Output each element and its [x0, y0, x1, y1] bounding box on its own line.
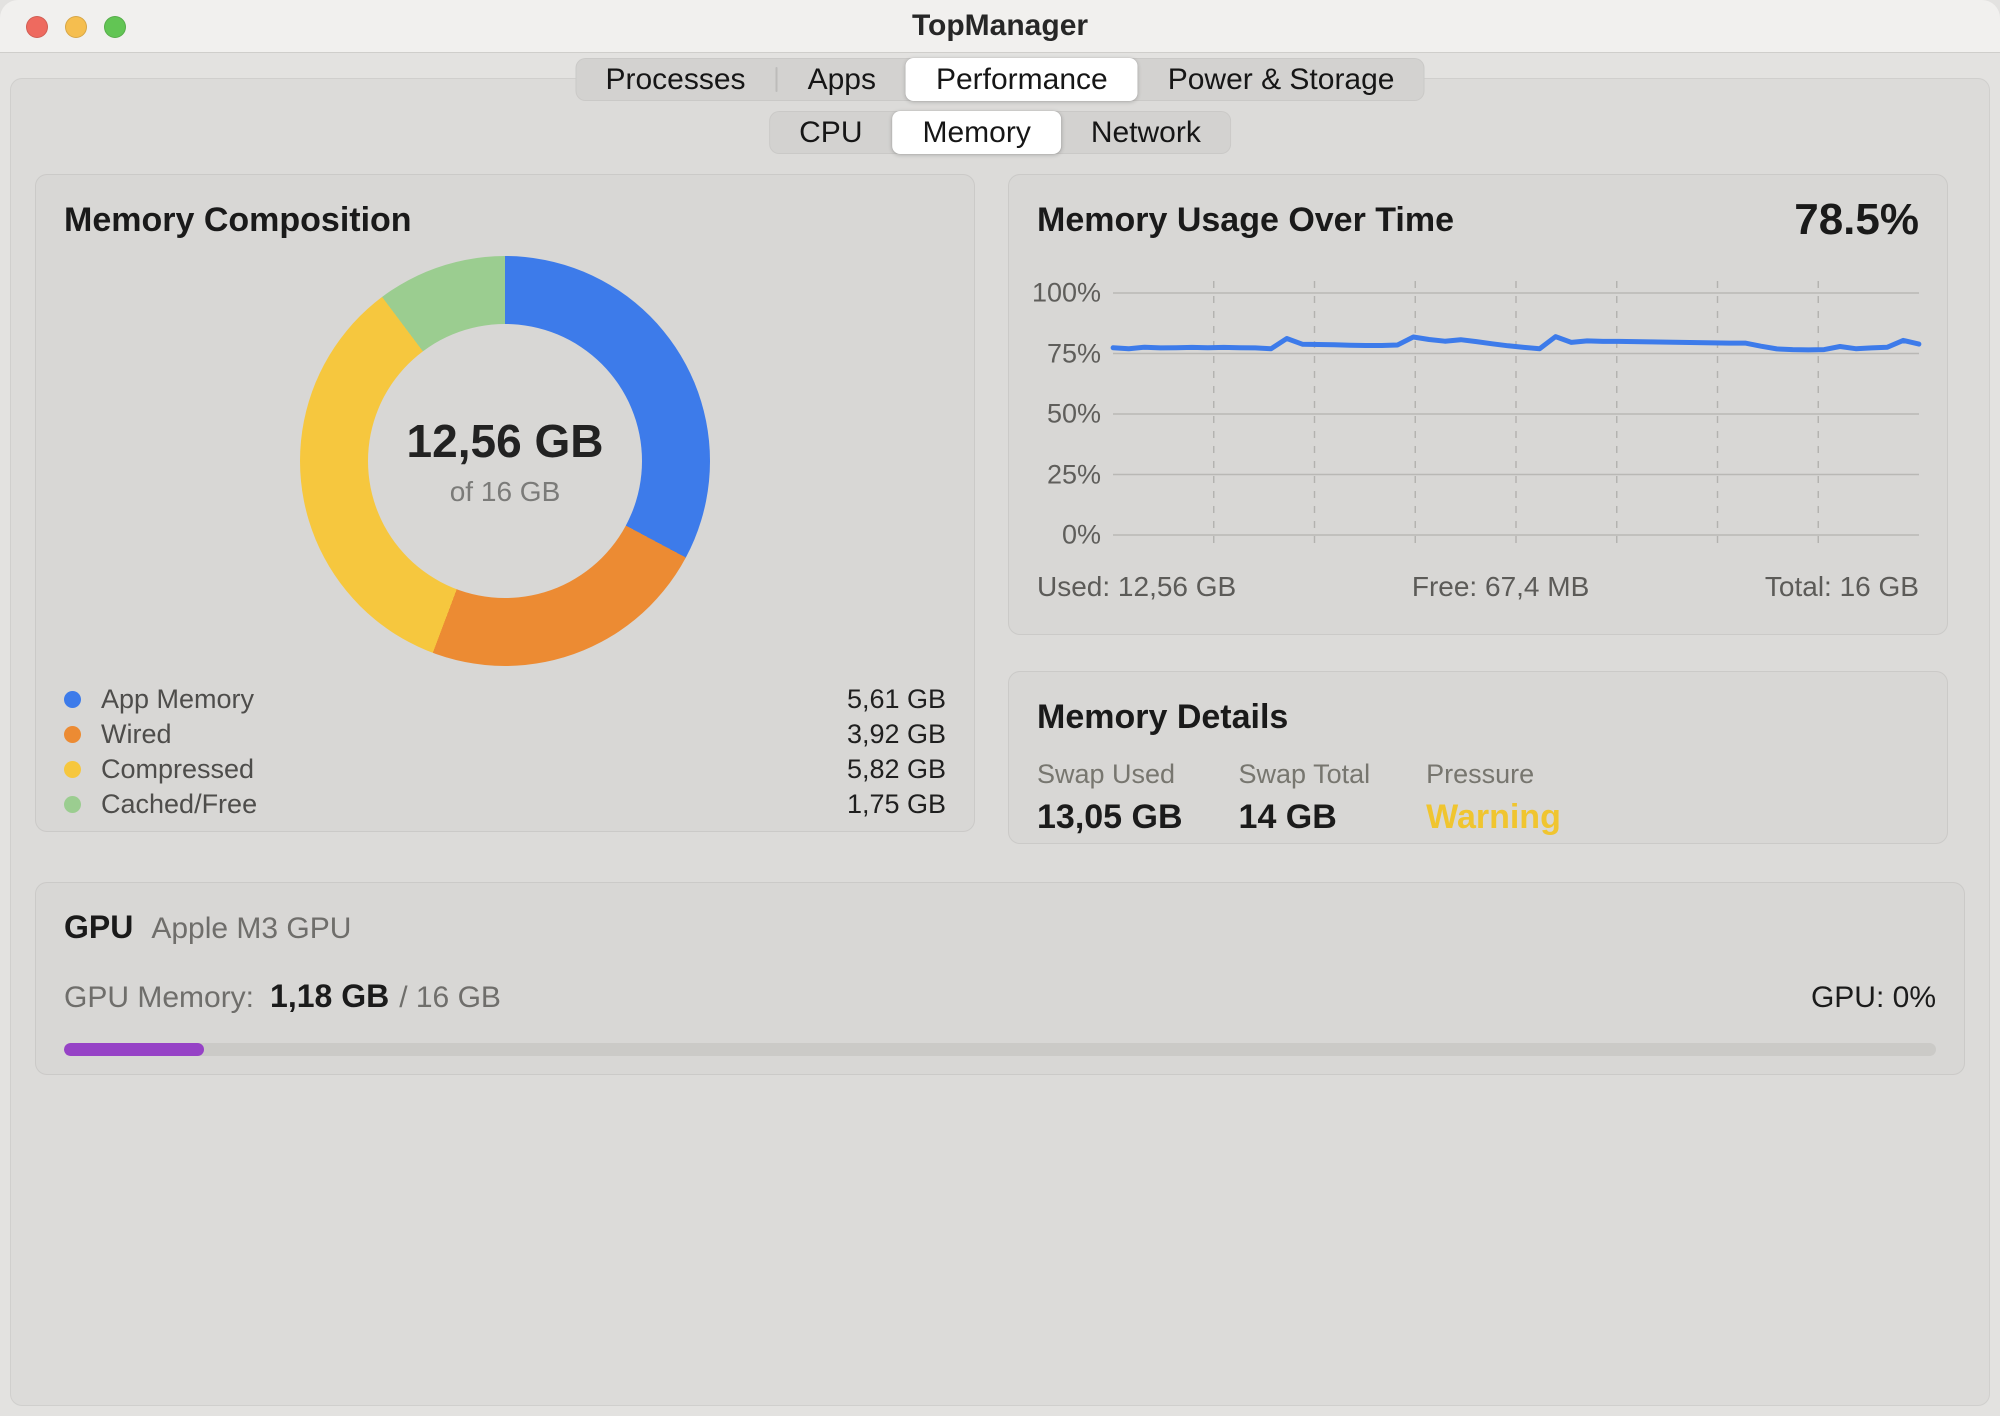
memory-legend: App Memory 5,61 GB Wired 3,92 GB Compres…	[64, 682, 946, 822]
legend-dot	[64, 761, 81, 778]
gpu-label: GPU	[64, 909, 133, 946]
stat-value: 14 GB	[1239, 798, 1371, 837]
usage-used: Used: 12,56 GB	[1037, 571, 1236, 603]
legend-label: Compressed	[101, 754, 254, 785]
memory-details-card: Memory Details Swap Used 13,05 GB Swap T…	[1008, 671, 1948, 844]
window-title: TopManager	[912, 9, 1088, 43]
usage-line-chart: 100% 75% 50% 25% 0%	[1037, 293, 1919, 535]
subtab-cpu[interactable]: CPU	[769, 111, 892, 154]
memory-details-title: Memory Details	[1037, 698, 1919, 737]
legend-value: 5,82 GB	[847, 754, 946, 785]
stat-value: 13,05 GB	[1037, 798, 1183, 837]
stat-label: Pressure	[1426, 759, 1561, 790]
memory-usage-title: Memory Usage Over Time	[1037, 201, 1454, 240]
legend-dot	[64, 691, 81, 708]
chart-plot-area	[1113, 293, 1919, 535]
tab-power-storage[interactable]: Power & Storage	[1138, 58, 1425, 101]
tab-apps[interactable]: Apps	[778, 58, 906, 101]
legend-item-compressed: Compressed 5,82 GB	[64, 752, 946, 787]
window-body: Processes Apps Performance Power & Stora…	[0, 54, 2000, 1416]
tab-performance[interactable]: Performance	[906, 58, 1138, 101]
gpu-memory-bar	[64, 1043, 1936, 1056]
usage-line-svg	[1113, 293, 1919, 535]
gpu-memory-label: GPU Memory:	[64, 981, 254, 1015]
y-tick: 25%	[1047, 459, 1101, 490]
minimize-button[interactable]	[65, 16, 87, 38]
y-tick: 100%	[1032, 278, 1101, 309]
gpu-usage-percent: GPU: 0%	[1811, 981, 1936, 1015]
y-tick: 0%	[1062, 520, 1101, 551]
gpu-memory-total: / 16 GB	[399, 981, 501, 1015]
stat-pressure: Pressure Warning	[1426, 759, 1561, 837]
donut-center-value: 12,56 GB	[407, 414, 604, 468]
legend-value: 3,92 GB	[847, 719, 946, 750]
usage-total: Total: 16 GB	[1765, 571, 1919, 603]
usage-free: Free: 67,4 MB	[1412, 571, 1589, 603]
gpu-memory-value: 1,18 GB	[270, 978, 389, 1015]
memory-composition-card: Memory Composition 12,56 GB of 16 GB App…	[35, 174, 975, 832]
close-button[interactable]	[26, 16, 48, 38]
chart-y-axis: 100% 75% 50% 25% 0%	[1037, 293, 1113, 535]
y-tick: 50%	[1047, 399, 1101, 430]
zoom-button[interactable]	[104, 16, 126, 38]
cards-area: Memory Composition 12,56 GB of 16 GB App…	[35, 174, 1965, 1075]
legend-label: Cached/Free	[101, 789, 257, 820]
donut-center: 12,56 GB of 16 GB	[368, 324, 642, 598]
traffic-lights	[26, 16, 126, 38]
legend-value: 1,75 GB	[847, 789, 946, 820]
stat-label: Swap Used	[1037, 759, 1183, 790]
legend-dot	[64, 726, 81, 743]
legend-dot	[64, 796, 81, 813]
legend-item-wired: Wired 3,92 GB	[64, 717, 946, 752]
legend-item-cached-free: Cached/Free 1,75 GB	[64, 787, 946, 822]
pressure-value: Warning	[1426, 798, 1561, 837]
stat-swap-used: Swap Used 13,05 GB	[1037, 759, 1183, 837]
gpu-name: Apple M3 GPU	[151, 912, 351, 946]
usage-footer: Used: 12,56 GB Free: 67,4 MB Total: 16 G…	[1037, 571, 1919, 603]
gpu-memory-fill	[64, 1043, 204, 1056]
memory-donut-chart: 12,56 GB of 16 GB	[300, 256, 710, 666]
y-tick: 75%	[1047, 338, 1101, 369]
subtab-network[interactable]: Network	[1061, 111, 1231, 154]
subtab-memory[interactable]: Memory	[892, 111, 1060, 154]
donut-center-subtext: of 16 GB	[450, 476, 561, 508]
gpu-card: GPU Apple M3 GPU GPU Memory: 1,18 GB / 1…	[35, 882, 1965, 1075]
performance-sub-tab-bar: CPU Memory Network	[769, 111, 1231, 154]
legend-label: App Memory	[101, 684, 254, 715]
stat-label: Swap Total	[1239, 759, 1371, 790]
legend-item-app-memory: App Memory 5,61 GB	[64, 682, 946, 717]
memory-usage-card: Memory Usage Over Time 78.5% 100% 75% 50…	[1008, 174, 1948, 635]
title-bar: TopManager	[0, 0, 2000, 53]
memory-usage-percent: 78.5%	[1794, 195, 1919, 245]
legend-label: Wired	[101, 719, 172, 750]
tab-processes[interactable]: Processes	[576, 58, 776, 101]
stat-swap-total: Swap Total 14 GB	[1239, 759, 1371, 837]
memory-composition-title: Memory Composition	[64, 201, 946, 240]
main-tab-bar: Processes Apps Performance Power & Stora…	[576, 58, 1425, 101]
legend-value: 5,61 GB	[847, 684, 946, 715]
